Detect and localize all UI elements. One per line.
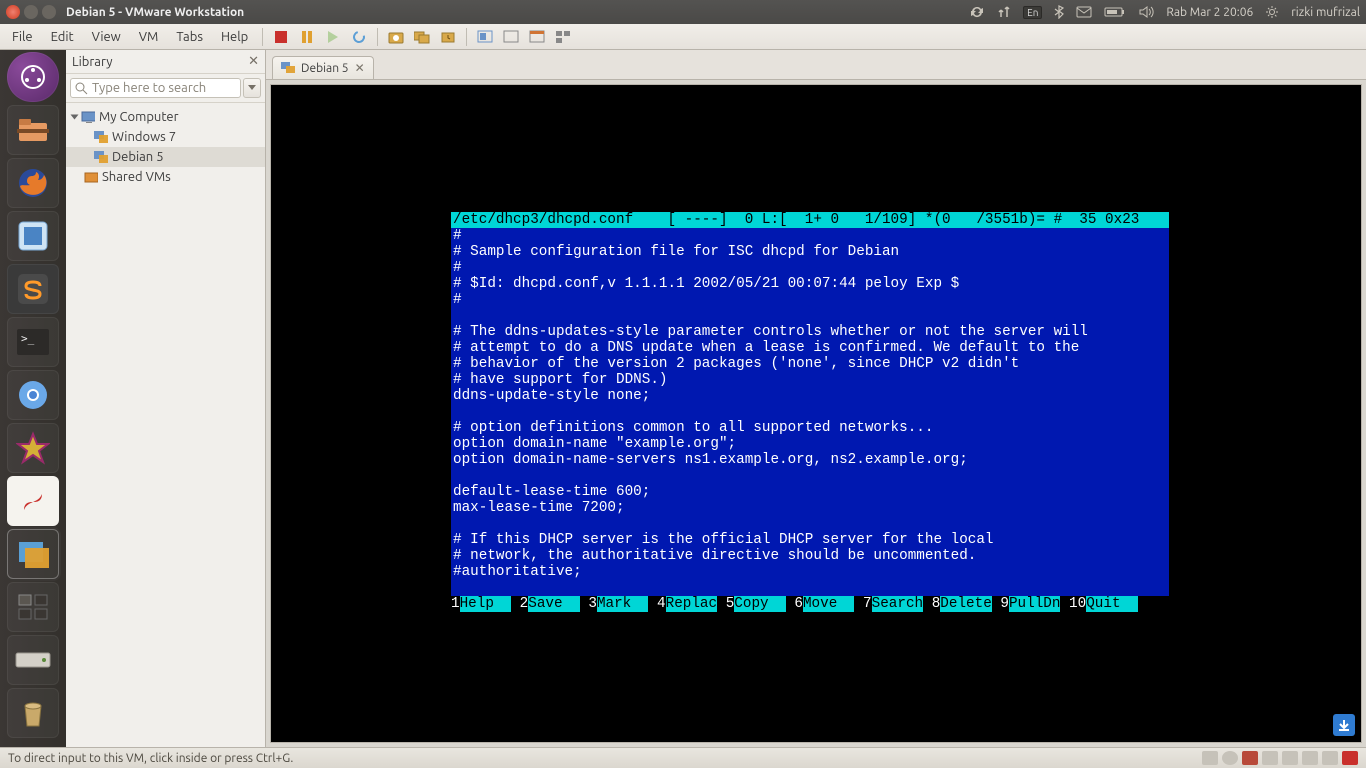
launcher-firefox[interactable] — [7, 158, 59, 208]
close-library-icon[interactable]: ✕ — [248, 54, 259, 69]
launcher-virtualbox[interactable] — [7, 211, 59, 261]
power-off-button[interactable] — [270, 27, 292, 47]
launcher-pdf[interactable] — [7, 476, 59, 526]
device-cd-icon[interactable] — [1222, 751, 1238, 765]
express-install-icon[interactable] — [1333, 714, 1355, 736]
search-icon — [75, 82, 88, 95]
user-menu[interactable]: rizki mufrizal — [1291, 6, 1360, 19]
shared-icon — [84, 171, 98, 183]
tree-windows7[interactable]: Windows 7 — [66, 127, 265, 147]
window-buttons — [6, 5, 56, 19]
computer-icon — [81, 111, 95, 123]
snapshot-button[interactable] — [385, 27, 407, 47]
vm-icon — [281, 62, 295, 74]
launcher-disk[interactable] — [7, 635, 59, 685]
launcher-terminal[interactable]: >_ — [7, 317, 59, 367]
menu-view[interactable]: View — [84, 27, 129, 47]
device-usb-icon[interactable] — [1282, 751, 1298, 765]
clock[interactable]: Rab Mar 2 20:06 — [1166, 6, 1253, 19]
device-icons — [1202, 751, 1358, 765]
search-placeholder: Type here to search — [92, 81, 206, 95]
menu-tabs[interactable]: Tabs — [168, 27, 211, 47]
tree-label: Shared VMs — [102, 170, 171, 184]
close-tab-icon[interactable]: ✕ — [355, 61, 365, 75]
chevron-down-icon — [248, 85, 256, 91]
network-icon[interactable] — [997, 5, 1011, 19]
launcher-dash[interactable] — [7, 52, 59, 102]
app-menu-bar: File Edit View VM Tabs Help — [0, 24, 1366, 50]
tree-shared-vms[interactable]: Shared VMs — [66, 167, 265, 187]
library-search-row: Type here to search — [66, 74, 265, 103]
snapshot-manager-button[interactable] — [411, 27, 433, 47]
library-title: Library — [72, 55, 112, 69]
close-button[interactable] — [6, 5, 20, 19]
main-area: Debian 5 ✕ /etc/dhcp3/dhcpd.conf [ ----]… — [266, 50, 1366, 747]
keyboard-language[interactable]: En — [1023, 6, 1042, 19]
maximize-button[interactable] — [42, 5, 56, 19]
status-bar: To direct input to this VM, click inside… — [0, 747, 1366, 768]
device-printer-icon[interactable] — [1322, 751, 1338, 765]
device-floppy-icon[interactable] — [1242, 751, 1258, 765]
minimize-button[interactable] — [24, 5, 38, 19]
vm-icon — [94, 131, 108, 143]
menu-help[interactable]: Help — [213, 27, 256, 47]
menu-edit[interactable]: Edit — [43, 27, 82, 47]
tree-label: My Computer — [99, 110, 179, 124]
tree-my-computer[interactable]: My Computer — [66, 107, 265, 127]
library-tree: My Computer Windows 7 Debian 5 Shared VM… — [66, 103, 265, 191]
menu-file[interactable]: File — [4, 27, 41, 47]
launcher-star[interactable] — [7, 423, 59, 473]
editor-body: # # Sample configuration file for ISC dh… — [451, 228, 1169, 596]
launcher-workspace[interactable] — [7, 582, 59, 632]
console-view-button[interactable] — [526, 27, 548, 47]
sync-icon[interactable] — [969, 5, 985, 19]
unity-launcher: >_ — [0, 50, 66, 747]
library-header: Library ✕ — [66, 50, 265, 74]
launcher-trash[interactable] — [7, 688, 59, 738]
tree-label: Windows 7 — [112, 130, 176, 144]
suspend-button[interactable] — [296, 27, 318, 47]
restart-button[interactable] — [348, 27, 370, 47]
launcher-chromium[interactable] — [7, 370, 59, 420]
vm-icon — [94, 151, 108, 163]
device-hdd-icon[interactable] — [1202, 751, 1218, 765]
launcher-vmware[interactable] — [7, 529, 59, 579]
workspace: >_ Library ✕ Type here to search — [0, 50, 1366, 747]
tab-label: Debian 5 — [301, 62, 349, 75]
revert-button[interactable] — [437, 27, 459, 47]
volume-icon[interactable] — [1138, 5, 1154, 19]
play-button[interactable] — [322, 27, 344, 47]
vm-console[interactable]: /etc/dhcp3/dhcpd.conf [ ----] 0 L:[ 1+ 0… — [270, 84, 1362, 743]
device-message-icon[interactable] — [1342, 751, 1358, 765]
device-sound-icon[interactable] — [1302, 751, 1318, 765]
editor-status-line: /etc/dhcp3/dhcpd.conf [ ----] 0 L:[ 1+ 0… — [451, 212, 1169, 228]
tree-label: Debian 5 — [112, 150, 164, 164]
device-network-icon[interactable] — [1262, 751, 1278, 765]
battery-icon[interactable] — [1104, 6, 1126, 18]
settings-gear-icon[interactable] — [1265, 5, 1279, 19]
thumbnail-view-button[interactable] — [552, 27, 574, 47]
window-title: Debian 5 - VMware Workstation — [66, 6, 244, 19]
unity-button[interactable] — [500, 27, 522, 47]
fullscreen-button[interactable] — [474, 27, 496, 47]
menu-vm[interactable]: VM — [131, 27, 167, 47]
tree-debian5[interactable]: Debian 5 — [66, 147, 265, 167]
mail-icon[interactable] — [1076, 6, 1092, 18]
bluetooth-icon[interactable] — [1054, 5, 1064, 19]
editor-fkeys: 1Help 2Save 3Mark 4Replac 5Copy 6Move 7S… — [451, 596, 1169, 612]
system-top-bar: Debian 5 - VMware Workstation En Rab Mar… — [0, 0, 1366, 24]
status-text: To direct input to this VM, click inside… — [8, 752, 293, 765]
search-dropdown[interactable] — [243, 78, 261, 98]
library-panel: Library ✕ Type here to search My Compute… — [66, 50, 266, 747]
tab-strip: Debian 5 ✕ — [266, 50, 1366, 80]
library-search-input[interactable]: Type here to search — [70, 78, 241, 98]
tab-debian5[interactable]: Debian 5 ✕ — [272, 56, 374, 79]
svg-text:>_: >_ — [21, 332, 35, 345]
launcher-files[interactable] — [7, 105, 59, 155]
expand-icon[interactable] — [71, 115, 79, 120]
launcher-sublime[interactable] — [7, 264, 59, 314]
text-editor: /etc/dhcp3/dhcpd.conf [ ----] 0 L:[ 1+ 0… — [451, 212, 1169, 612]
